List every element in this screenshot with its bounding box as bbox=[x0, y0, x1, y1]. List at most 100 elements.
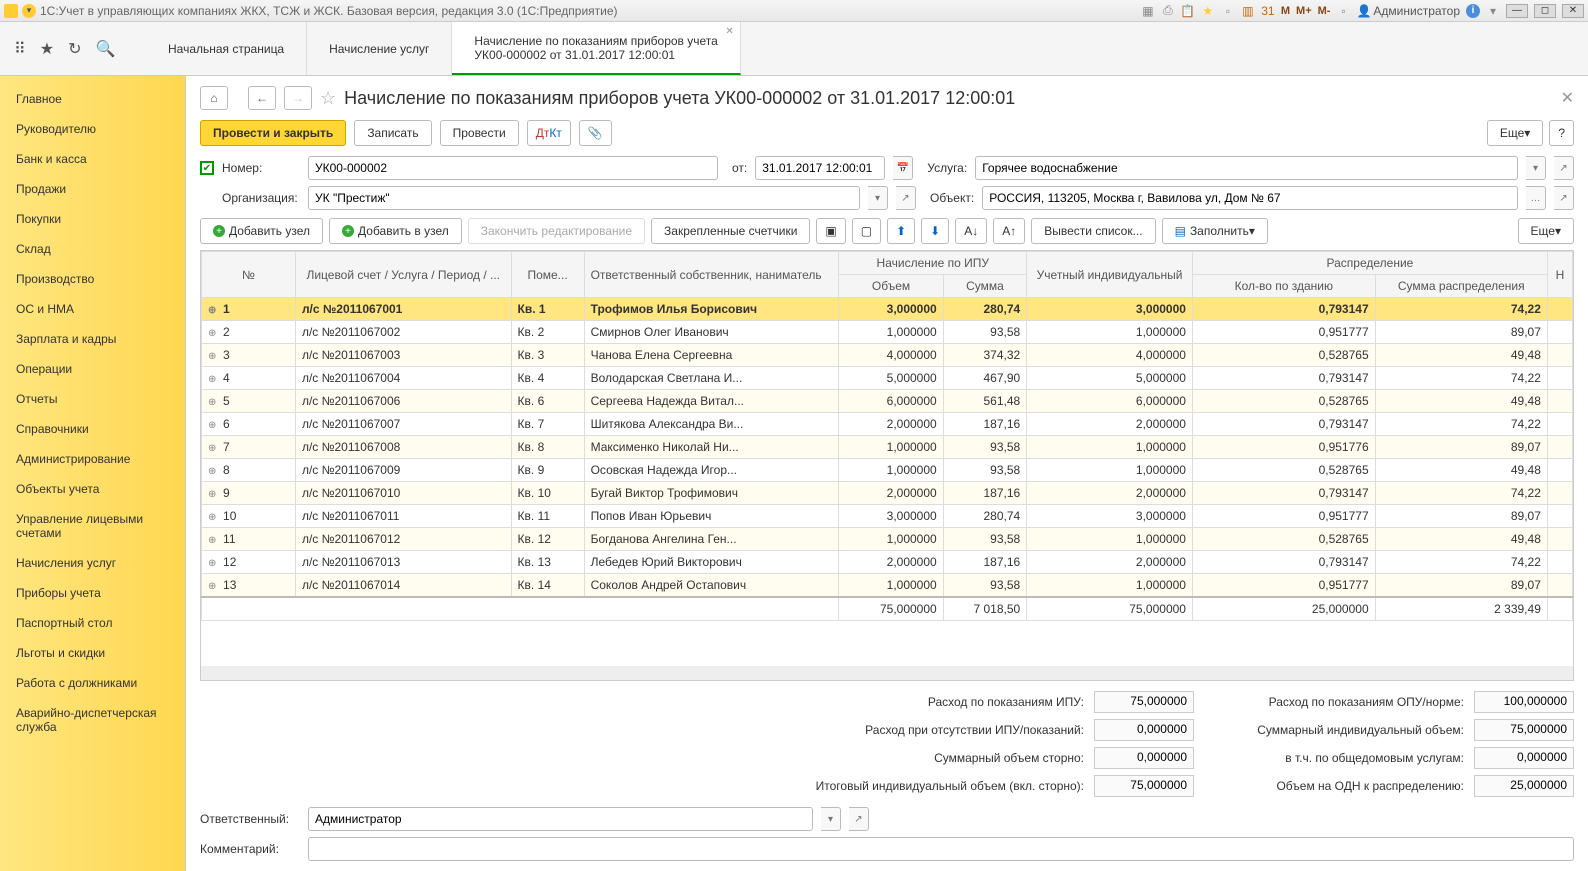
expand-icon[interactable]: ⊕ bbox=[208, 397, 216, 408]
tab[interactable]: Начисление услуг bbox=[307, 22, 452, 75]
object-field[interactable]: РОССИЯ, 113205, Москва г, Вавилова ул, Д… bbox=[982, 186, 1518, 210]
back-button[interactable]: ← bbox=[248, 86, 276, 110]
table-row[interactable]: ⊕ 5л/с №2011067006Кв. 6Сергеева Надежда … bbox=[202, 390, 1573, 413]
col-room[interactable]: Поме... bbox=[511, 252, 584, 298]
sidebar-item[interactable]: Начисления услуг bbox=[0, 548, 185, 578]
sidebar-item[interactable]: Зарплата и кадры bbox=[0, 324, 185, 354]
horizontal-scrollbar[interactable] bbox=[201, 666, 1573, 680]
tab[interactable]: Начисление по показаниям приборов учетаУ… bbox=[452, 22, 740, 75]
sidebar-item[interactable]: Операции bbox=[0, 354, 185, 384]
history-icon[interactable]: ↻ bbox=[68, 39, 81, 59]
col-no[interactable]: № bbox=[202, 252, 296, 298]
col-n[interactable]: Н bbox=[1547, 252, 1572, 298]
col-acc[interactable]: Лицевой счет / Услуга / Период / ... bbox=[295, 252, 511, 298]
home-button[interactable]: ⌂ bbox=[200, 86, 228, 110]
grid-more-button[interactable]: Еще ▾ bbox=[1518, 218, 1574, 244]
collapse-button[interactable]: ▢ bbox=[852, 218, 881, 244]
save-button[interactable]: Записать bbox=[354, 120, 431, 146]
expand-icon[interactable]: ⊕ bbox=[208, 489, 216, 500]
sidebar-item[interactable]: ОС и НМА bbox=[0, 294, 185, 324]
maximize-button[interactable]: ◻ bbox=[1534, 4, 1556, 18]
sidebar-item[interactable]: Главное bbox=[0, 84, 185, 114]
star-icon[interactable]: ★ bbox=[40, 39, 54, 59]
col-dsum[interactable]: Сумма распределения bbox=[1375, 275, 1547, 298]
col-vol[interactable]: Объем bbox=[839, 275, 943, 298]
sidebar-item[interactable]: Продажи bbox=[0, 174, 185, 204]
expand-icon[interactable]: ⊕ bbox=[208, 351, 216, 362]
col-sum[interactable]: Сумма bbox=[943, 275, 1027, 298]
col-dist[interactable]: Распределение bbox=[1192, 252, 1547, 275]
data-grid[interactable]: № Лицевой счет / Услуга / Период / ... П… bbox=[201, 251, 1573, 621]
table-row[interactable]: ⊕ 2л/с №2011067002Кв. 2Смирнов Олег Иван… bbox=[202, 321, 1573, 344]
add-node-button[interactable]: +Добавить узел bbox=[200, 218, 323, 244]
more-button[interactable]: Еще ▾ bbox=[1487, 120, 1543, 146]
close-window-button[interactable]: ✕ bbox=[1562, 4, 1584, 18]
menu-dropdown-icon[interactable]: ▾ bbox=[22, 4, 36, 18]
help-button[interactable]: ? bbox=[1549, 120, 1574, 146]
fill-button[interactable]: ▤Заполнить ▾ bbox=[1162, 218, 1268, 244]
info-icon[interactable]: i bbox=[1466, 4, 1480, 18]
sidebar-item[interactable]: Отчеты bbox=[0, 384, 185, 414]
org-field[interactable]: УК "Престиж" bbox=[308, 186, 860, 210]
sort-asc-button[interactable]: A↓ bbox=[955, 218, 987, 244]
move-up-button[interactable]: ⬆ bbox=[887, 218, 915, 244]
sidebar-item[interactable]: Приборы учета bbox=[0, 578, 185, 608]
expand-icon[interactable]: ⊕ bbox=[208, 581, 216, 592]
expand-icon[interactable]: ⊕ bbox=[208, 558, 216, 569]
dtkt-button[interactable]: ДтКт bbox=[527, 120, 571, 146]
m-minus-icon[interactable]: M- bbox=[1318, 5, 1331, 17]
sidebar-item[interactable]: Справочники bbox=[0, 414, 185, 444]
org-dropdown-button[interactable]: ▾ bbox=[868, 186, 888, 210]
expand-icon[interactable]: ⊕ bbox=[208, 466, 216, 477]
table-row[interactable]: ⊕ 12л/с №2011067013Кв. 13Лебедев Юрий Ви… bbox=[202, 551, 1573, 574]
move-down-button[interactable]: ⬇ bbox=[921, 218, 949, 244]
org-open-button[interactable]: ↗ bbox=[896, 186, 916, 210]
date-field[interactable]: 31.01.2017 12:00:01 bbox=[755, 156, 885, 180]
post-button[interactable]: Провести bbox=[440, 120, 519, 146]
responsible-open-button[interactable]: ↗ bbox=[849, 807, 869, 831]
sidebar-item[interactable]: Покупки bbox=[0, 204, 185, 234]
col-ipu[interactable]: Начисление по ИПУ bbox=[839, 252, 1027, 275]
table-row[interactable]: ⊕ 10л/с №2011067011Кв. 11Попов Иван Юрье… bbox=[202, 505, 1573, 528]
dropdown-icon[interactable]: ▾ bbox=[1486, 4, 1500, 18]
pinned-counters-button[interactable]: Закрепленные счетчики bbox=[651, 218, 810, 244]
add-into-node-button[interactable]: +Добавить в узел bbox=[329, 218, 462, 244]
icon-7[interactable]: ▫ bbox=[1336, 4, 1350, 18]
search-icon[interactable]: 🔍 bbox=[95, 39, 115, 59]
expand-icon[interactable]: ⊕ bbox=[208, 535, 216, 546]
object-open-button[interactable]: ↗ bbox=[1554, 186, 1574, 210]
expand-icon[interactable]: ⊕ bbox=[208, 420, 216, 431]
table-row[interactable]: ⊕ 9л/с №2011067010Кв. 10Бугай Виктор Тро… bbox=[202, 482, 1573, 505]
expand-icon[interactable]: ⊕ bbox=[208, 512, 216, 523]
sidebar-item[interactable]: Аварийно-диспетчерская служба bbox=[0, 698, 185, 742]
tab[interactable]: Начальная страница bbox=[146, 22, 307, 75]
table-row[interactable]: ⊕ 7л/с №2011067008Кв. 8Максименко Никола… bbox=[202, 436, 1573, 459]
date-picker-button[interactable]: 📅 bbox=[893, 156, 913, 180]
number-field[interactable]: УК00-000002 bbox=[308, 156, 718, 180]
attach-button[interactable]: 📎 bbox=[579, 120, 612, 146]
expand-icon[interactable]: ⊕ bbox=[208, 374, 216, 385]
object-more-button[interactable]: … bbox=[1526, 186, 1546, 210]
apps-icon[interactable]: ⠿ bbox=[14, 39, 26, 59]
bookmark-icon[interactable]: ☆ bbox=[320, 88, 336, 109]
sidebar-item[interactable]: Работа с должниками bbox=[0, 668, 185, 698]
sort-desc-button[interactable]: A↑ bbox=[993, 218, 1025, 244]
sidebar-item[interactable]: Производство bbox=[0, 264, 185, 294]
tab-close-icon[interactable]: ✕ bbox=[725, 26, 733, 37]
sidebar-item[interactable]: Банк и касса bbox=[0, 144, 185, 174]
forward-button[interactable]: → bbox=[284, 86, 312, 110]
m-plus-icon[interactable]: M+ bbox=[1296, 5, 1312, 17]
icon-5[interactable]: ▫ bbox=[1221, 4, 1235, 18]
table-row[interactable]: ⊕ 4л/с №2011067004Кв. 4Володарская Светл… bbox=[202, 367, 1573, 390]
expand-icon[interactable]: ⊕ bbox=[208, 443, 216, 454]
col-qty[interactable]: Кол-во по зданию bbox=[1192, 275, 1375, 298]
table-row[interactable]: ⊕ 8л/с №2011067009Кв. 9Осовская Надежда … bbox=[202, 459, 1573, 482]
expand-icon[interactable]: ⊕ bbox=[208, 305, 216, 316]
m-icon[interactable]: M bbox=[1281, 5, 1290, 17]
sidebar-item[interactable]: Управление лицевыми счетами bbox=[0, 504, 185, 548]
close-page-button[interactable]: ✕ bbox=[1561, 88, 1574, 108]
icon-2[interactable]: ⎙ bbox=[1161, 4, 1175, 18]
sidebar-item[interactable]: Склад bbox=[0, 234, 185, 264]
sidebar-item[interactable]: Паспортный стол bbox=[0, 608, 185, 638]
calendar-icon[interactable]: 31 bbox=[1261, 4, 1275, 18]
